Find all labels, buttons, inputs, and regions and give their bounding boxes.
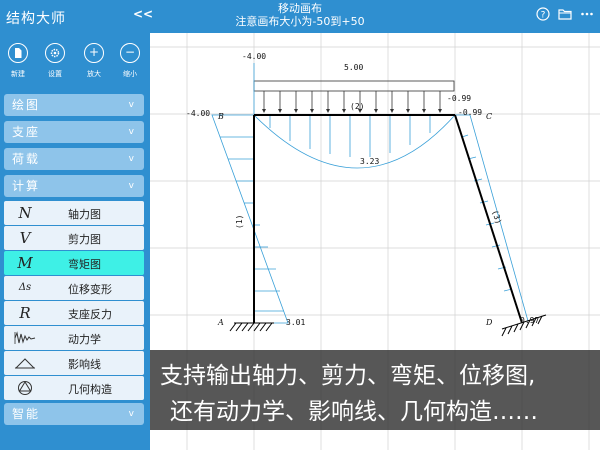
calc-item-influence-line[interactable]: 影响线: [4, 351, 144, 375]
geometry-icon: [18, 381, 32, 395]
node-a: A: [217, 318, 224, 327]
calc-item-label: 影响线: [68, 358, 101, 371]
zoom-out-icon: −: [120, 43, 140, 63]
toolbar: 新建 设置 + 放大 − 缩小: [0, 43, 150, 93]
shear-symbol: V: [19, 229, 31, 247]
zoom-in-label: 放大: [87, 70, 101, 78]
section-smart-label: 智能: [12, 407, 41, 421]
moment-base-a: 3.01: [286, 318, 305, 327]
section-load[interactable]: 荷载 v: [4, 148, 144, 170]
wave-icon: [14, 331, 36, 344]
calc-item-label: 支座反力: [68, 308, 112, 321]
settings-label: 设置: [48, 70, 62, 78]
moment-left: -4.00: [186, 109, 210, 118]
calc-item-label: 轴力图: [68, 208, 101, 221]
section-smart[interactable]: 智能 v: [4, 403, 144, 425]
settings-icon: [45, 43, 65, 63]
reaction-symbol: R: [19, 304, 31, 322]
calc-item-label: 几何构造: [68, 383, 112, 396]
zoom-in-icon: +: [84, 43, 104, 63]
calc-list: N 轴力图 V 剪力图 M 弯矩图 Δs 位移变形 R 支座反力 动力学 影响线…: [4, 201, 144, 401]
app-title: 结构大师: [6, 11, 66, 27]
node-b: B: [217, 112, 224, 121]
new-label: 新建: [11, 70, 25, 78]
displacement-symbol: Δs: [18, 282, 32, 293]
calc-item-label: 剪力图: [68, 233, 101, 246]
settings-button[interactable]: 设置: [42, 43, 68, 79]
influence-line-icon: [14, 358, 36, 369]
calc-item-reaction[interactable]: R 支座反力: [4, 301, 144, 325]
node-c: C: [486, 112, 492, 121]
calc-item-dynamics[interactable]: 动力学: [4, 326, 144, 350]
moment-right: -0.99: [458, 108, 482, 117]
calc-item-label: 弯矩图: [68, 258, 101, 271]
section-support[interactable]: 支座 v: [4, 121, 144, 143]
folder-icon[interactable]: [558, 7, 572, 21]
top-bar: 结构大师 << 移动画布 注意画布大小为-50到+50 ?: [0, 0, 600, 33]
chevron-down-icon: v: [128, 181, 134, 191]
more-icon[interactable]: [580, 7, 594, 21]
moment-top-right: -0.99: [447, 94, 471, 103]
section-support-label: 支座: [12, 125, 41, 139]
chevron-down-icon: v: [128, 154, 134, 164]
calc-item-shear[interactable]: V 剪力图: [4, 226, 144, 250]
calc-item-moment[interactable]: M 弯矩图: [4, 251, 144, 275]
load-value: 5.00: [344, 63, 363, 72]
member-3-label: (3): [490, 209, 503, 226]
help-icon[interactable]: ?: [536, 7, 550, 21]
caption-line-1: 支持输出轴力、剪力、弯矩、位移图,: [160, 363, 536, 389]
moment-symbol: M: [17, 254, 33, 272]
collapse-sidebar-button[interactable]: <<: [133, 7, 153, 21]
section-draw-label: 绘图: [12, 98, 41, 112]
hint-subtitle: 注意画布大小为-50到+50: [235, 15, 365, 28]
section-calc[interactable]: 计算 v: [4, 175, 144, 197]
hint-title: 移动画布: [278, 2, 322, 15]
chevron-down-icon: v: [128, 409, 134, 419]
zoom-in-button[interactable]: + 放大: [81, 43, 107, 79]
calc-item-label: 位移变形: [68, 283, 112, 296]
sidebar: 新建 设置 + 放大 − 缩小 绘图 v 支座 v 荷载 v 计算 v N 轴力…: [0, 33, 150, 450]
chevron-down-icon: v: [128, 100, 134, 110]
new-file-icon: [8, 43, 28, 63]
zoom-out-label: 缩小: [123, 70, 137, 78]
new-button[interactable]: 新建: [5, 43, 31, 79]
feature-caption: 支持输出轴力、剪力、弯矩、位移图, 还有动力学、影响线、几何构造……: [150, 350, 600, 430]
section-draw[interactable]: 绘图 v: [4, 94, 144, 116]
moment-base-d: 0.97: [520, 316, 539, 325]
moment-top-left: -4.00: [242, 52, 266, 61]
fixed-support-a: [229, 322, 274, 332]
moment-midspan: 3.23: [360, 157, 379, 166]
calc-item-label: 动力学: [68, 333, 101, 346]
calc-item-axial[interactable]: N 轴力图: [4, 201, 144, 225]
axial-symbol: N: [18, 204, 32, 222]
member-2-label: (2): [350, 102, 364, 111]
calc-item-geometry[interactable]: 几何构造: [4, 376, 144, 400]
member-1-label: (1): [235, 215, 244, 229]
node-d: D: [485, 318, 493, 327]
zoom-out-button[interactable]: − 缩小: [117, 43, 143, 79]
canvas-hint: 移动画布 注意画布大小为-50到+50: [200, 2, 400, 28]
calc-item-displacement[interactable]: Δs 位移变形: [4, 276, 144, 300]
caption-line-2: 还有动力学、影响线、几何构造……: [170, 399, 538, 425]
section-load-label: 荷载: [12, 152, 41, 166]
svg-text:?: ?: [541, 11, 546, 21]
chevron-down-icon: v: [128, 127, 134, 137]
section-calc-label: 计算: [12, 179, 41, 193]
